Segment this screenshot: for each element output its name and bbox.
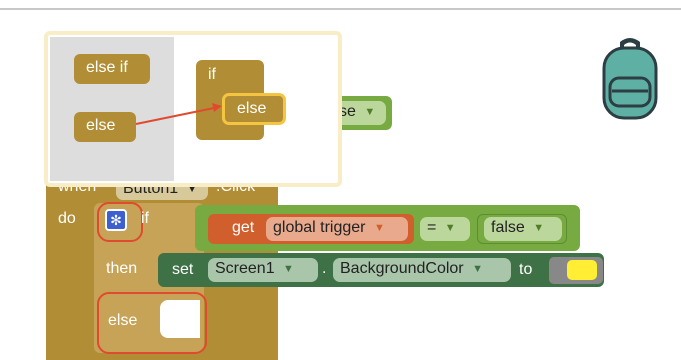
chevron-down-icon: ▼ [444,222,456,234]
color-swatch[interactable] [567,260,597,280]
operator-dropdown[interactable]: = ▼ [420,217,470,241]
property-value: BackgroundColor [340,260,464,278]
hidden-dropdown[interactable]: se ▼ [336,101,386,125]
property-dropdown[interactable]: BackgroundColor ▼ [333,258,511,282]
set-label: set [172,261,194,278]
variable-dropdown[interactable]: global trigger ▼ [266,217,408,241]
if-label: if [141,210,149,227]
preview-else-label: else [237,100,267,117]
then-label: then [106,260,138,277]
preview-if-label: if [208,66,216,83]
preview-else-slot[interactable]: else [222,93,286,125]
to-label: to [519,261,533,278]
chevron-down-icon: ▼ [533,222,545,234]
false-value: false [491,219,525,237]
get-label: get [232,219,255,236]
backpack-icon[interactable] [600,36,660,122]
palette-else-if-label: else if [86,59,128,76]
palette-else-block[interactable]: else [74,112,136,142]
mutator-annotation-ring [97,202,143,242]
false-dropdown[interactable]: false ▼ [484,217,562,241]
chevron-down-icon: ▼ [373,222,385,234]
chevron-down-icon: ▼ [472,263,483,275]
else-annotation-ring [97,292,207,354]
operator-value: = [427,219,437,237]
variable-value: global trigger [273,219,366,237]
event-do-label: do [58,210,76,227]
setter-component-dropdown[interactable]: Screen1 ▼ [208,258,318,282]
palette-else-label: else [86,117,116,134]
setter-component-value: Screen1 [215,260,275,278]
chevron-down-icon: ▼ [283,263,294,275]
top-divider [0,8,681,10]
palette-else-if-block[interactable]: else if [74,54,150,84]
chevron-down-icon: ▼ [364,106,376,118]
setter-dot: . [322,260,327,277]
